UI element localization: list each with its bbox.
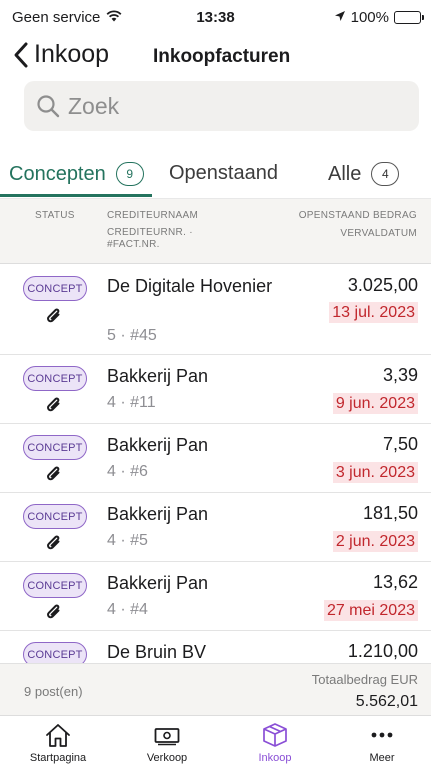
tab-label: Openstaand [169, 162, 278, 184]
tabbar-item-verkoop[interactable]: Verkoop [113, 722, 221, 764]
tab-label: Alle [328, 162, 362, 185]
due-date: 2 jun. 2023 [332, 531, 418, 552]
list-item[interactable]: CONCEPT Bakkerij Pan 4 · #4 13,62 27 mei… [0, 562, 431, 631]
tab-count-badge: 4 [371, 162, 400, 186]
tabbar-item-startpagina[interactable]: Startpagina [4, 722, 112, 764]
active-tab-indicator [0, 194, 152, 197]
item-count: 9 post(en) [24, 684, 83, 699]
creditor-name: Bakkerij Pan [107, 366, 209, 386]
creditor-name: Bakkerij Pan [107, 504, 209, 524]
status-badge: CONCEPT [23, 642, 87, 663]
chevron-left-icon [14, 42, 28, 67]
list-summary-footer: 9 post(en) Totaalbedrag EUR 5.562,01 [0, 663, 431, 715]
box-icon [263, 723, 287, 747]
column-header: STATUS CREDITEURNAAM CREDITEURNR. · #FAC… [0, 198, 431, 264]
outstanding-amount: 1.210,00 [347, 641, 418, 661]
column-due-date: VERVALDATUM [340, 228, 417, 239]
page-title: Inkoopfacturen [153, 46, 291, 67]
home-icon [46, 724, 70, 747]
outstanding-amount: 3.025,00 [347, 275, 418, 295]
filter-tabs: Concepten 9 Openstaand Alle 4 [0, 152, 431, 198]
list-item[interactable]: CONCEPT Bakkerij Pan 4 · #6 7,50 3 jun. … [0, 424, 431, 493]
status-bar: Geen service 13:38 100% [0, 0, 431, 36]
paperclip-icon [46, 307, 62, 325]
tab-count-badge: 9 [115, 162, 144, 186]
outstanding-amount: 7,50 [382, 434, 418, 454]
search-placeholder: Zoek [68, 92, 120, 119]
tab-openstaand[interactable]: Openstaand [169, 162, 278, 185]
list-item[interactable]: CONCEPT De Bruin BV 1.210,00 [0, 631, 431, 663]
due-date: 3 jun. 2023 [332, 462, 418, 483]
location-arrow-icon [334, 9, 346, 26]
tabbar-label: Verkoop [146, 752, 188, 764]
creditor-invoice-number: 4 · #4 [107, 601, 148, 618]
creditor-invoice-number: 4 · #6 [107, 463, 148, 480]
banknote-icon [154, 728, 180, 746]
tabbar-item-inkoop[interactable]: Inkoop [221, 722, 329, 764]
tabbar-label: Meer [369, 752, 395, 764]
creditor-name: De Digitale Hovenier [107, 276, 273, 296]
search-input[interactable]: Zoek [24, 81, 419, 131]
invoice-list[interactable]: CONCEPT De Digitale Hovenier 5 · #45 3.0… [0, 265, 431, 663]
column-status: STATUS [35, 210, 75, 221]
search-icon [37, 95, 60, 118]
creditor-invoice-number: 4 · #5 [107, 532, 148, 549]
total-label: Totaalbedrag EUR [311, 672, 418, 687]
outstanding-amount: 181,50 [362, 503, 418, 523]
creditor-invoice-number: 4 · #11 [107, 394, 156, 411]
status-badge: CONCEPT [23, 573, 87, 598]
paperclip-icon [46, 534, 62, 552]
tab-concepten[interactable]: Concepten 9 [9, 162, 144, 186]
tabbar-label: Startpagina [29, 752, 87, 764]
creditor-invoice-number: 5 · #45 [107, 327, 157, 344]
tabbar-label: Inkoop [258, 752, 292, 764]
status-badge: CONCEPT [23, 504, 87, 529]
total-value: 5.562,01 [355, 693, 418, 710]
back-button-label: Inkoop [34, 40, 110, 68]
tab-label: Concepten [9, 162, 106, 185]
paperclip-icon [46, 603, 62, 621]
paperclip-icon [46, 465, 62, 483]
due-date: 9 jun. 2023 [332, 393, 418, 414]
list-item[interactable]: CONCEPT Bakkerij Pan 4 · #5 181,50 2 jun… [0, 493, 431, 562]
creditor-name: Bakkerij Pan [107, 435, 209, 455]
battery-icon [394, 11, 424, 24]
status-badge: CONCEPT [23, 276, 87, 301]
due-date: 27 mei 2023 [323, 600, 418, 621]
creditor-name: De Bruin BV [107, 642, 207, 662]
column-outstanding-amount: OPENSTAAND BEDRAG [298, 210, 417, 221]
navigation-bar: Inkoop Inkoopfacturen [0, 36, 431, 76]
column-creditor-name: CREDITEURNAAM [107, 210, 199, 221]
more-icon [371, 732, 393, 738]
list-item[interactable]: CONCEPT De Digitale Hovenier 5 · #45 3.0… [0, 265, 431, 355]
tab-alle[interactable]: Alle 4 [328, 162, 400, 186]
status-badge: CONCEPT [23, 366, 87, 391]
back-button[interactable]: Inkoop [12, 40, 109, 69]
list-item[interactable]: CONCEPT Bakkerij Pan 4 · #11 3,39 9 jun.… [0, 355, 431, 424]
due-date: 13 jul. 2023 [329, 302, 418, 323]
tabbar-item-meer[interactable]: Meer [328, 722, 431, 764]
bottom-tab-bar: Startpagina Verkoop Inkoop Meer [0, 715, 431, 770]
status-badge: CONCEPT [23, 435, 87, 460]
status-bar-right: 100% [334, 9, 424, 26]
battery-percentage: 100% [350, 9, 389, 26]
creditor-name: Bakkerij Pan [107, 573, 209, 593]
outstanding-amount: 3,39 [382, 365, 418, 385]
outstanding-amount: 13,62 [372, 572, 418, 592]
column-creditor-number: CREDITEURNR. · #FACT.NR. [107, 227, 193, 250]
paperclip-icon [46, 396, 62, 414]
